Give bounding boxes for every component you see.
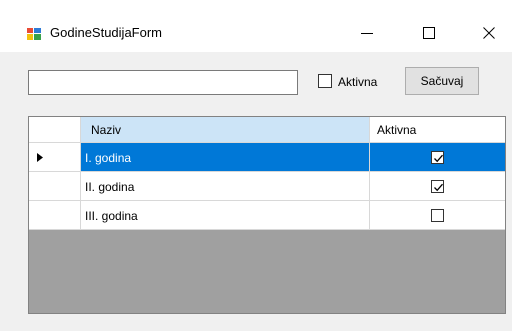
app-window: GodineStudijaForm Aktivna Sačuvaj Naziv … (0, 0, 512, 331)
aktivna-checkbox-label[interactable]: Aktivna (338, 74, 377, 90)
maximize-icon (423, 27, 435, 39)
naziv-input[interactable] (28, 70, 298, 95)
grid-row[interactable]: III. godina (29, 201, 505, 230)
close-icon (483, 27, 495, 39)
grid-corner-cell[interactable] (29, 117, 81, 143)
row-header[interactable] (29, 143, 81, 172)
aktivna-checkbox[interactable] (318, 74, 332, 88)
cell-naziv[interactable]: I. godina (81, 143, 370, 172)
cell-aktivna[interactable] (370, 172, 505, 201)
checkmark-icon (434, 183, 443, 192)
minimize-icon (361, 33, 373, 34)
title-bar[interactable]: GodineStudijaForm (0, 0, 512, 52)
data-grid[interactable]: Naziv Aktivna I. godina II. godina III. … (28, 116, 506, 314)
row-header[interactable] (29, 172, 81, 201)
column-header-aktivna[interactable]: Aktivna (370, 117, 505, 143)
row-header[interactable] (29, 201, 81, 230)
cell-naziv[interactable]: II. godina (81, 172, 370, 201)
grid-row[interactable]: I. godina (29, 143, 505, 172)
grid-row[interactable]: II. godina (29, 172, 505, 201)
checkmark-icon (434, 154, 443, 163)
maximize-button[interactable] (406, 18, 452, 48)
grid-header-row: Naziv Aktivna (29, 117, 505, 143)
cell-aktivna[interactable] (370, 143, 505, 172)
row-aktivna-checkbox[interactable] (431, 209, 444, 222)
app-icon (26, 26, 42, 42)
current-row-arrow-icon (37, 153, 43, 162)
row-aktivna-checkbox[interactable] (431, 151, 444, 164)
minimize-button[interactable] (344, 18, 390, 48)
save-button[interactable]: Sačuvaj (405, 67, 479, 95)
cell-aktivna[interactable] (370, 201, 505, 230)
column-header-naziv[interactable]: Naziv (81, 117, 370, 143)
row-aktivna-checkbox[interactable] (431, 180, 444, 193)
cell-naziv[interactable]: III. godina (81, 201, 370, 230)
close-button[interactable] (466, 18, 512, 48)
window-title: GodineStudijaForm (50, 25, 162, 40)
